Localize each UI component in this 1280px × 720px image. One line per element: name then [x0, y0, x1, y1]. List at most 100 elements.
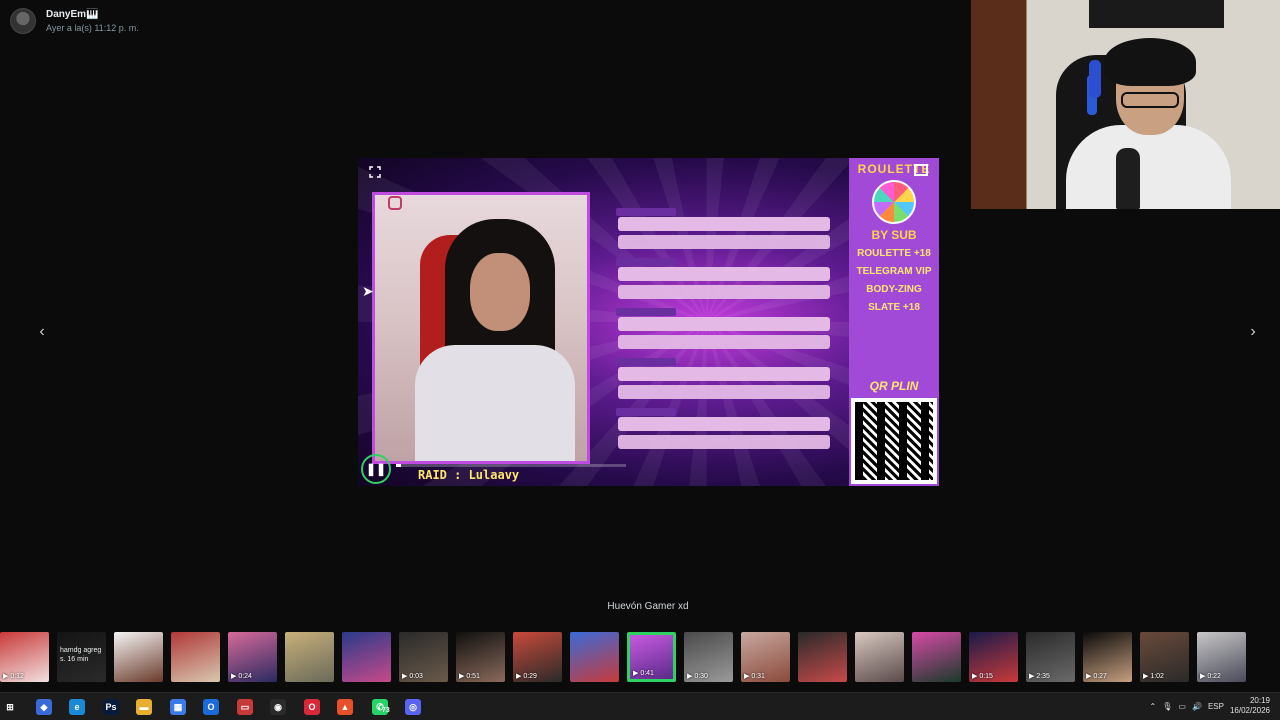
media-thumbnail[interactable]: ▶ 1:02: [1140, 632, 1189, 682]
obs-icon[interactable]: ◉: [270, 699, 286, 715]
media-caption: Huevón Gamer xd: [607, 601, 689, 612]
thumbnail-duration: ▶ 0:15: [972, 673, 993, 680]
media-viewer: DanyEm🎹 Ayer a la(s) 11:12 p. m. ‹ › ROU…: [0, 0, 1280, 720]
popout-icon[interactable]: [914, 164, 928, 176]
thumbnail-duration: ▶ 1:02: [1143, 673, 1164, 680]
roulette-prize: SLATE +18: [868, 302, 920, 313]
chat-message: [612, 208, 834, 250]
thumbnail-duration: ▶ 2:35: [1029, 673, 1050, 680]
media-thumbnail[interactable]: [912, 632, 961, 682]
store-icon[interactable]: ▦: [170, 699, 186, 715]
media-thumbnail[interactable]: ▶ 0:12: [0, 632, 49, 682]
streamer-camera-frame: [372, 192, 590, 464]
media-thumbnail[interactable]: ▶ 0:27: [1083, 632, 1132, 682]
thumbnail-duration: ▶ 0:30: [687, 673, 708, 680]
chevron-left-icon: ‹: [39, 323, 45, 340]
next-media-button[interactable]: ›: [1243, 322, 1263, 342]
media-thumbnail[interactable]: ▶ 2:35: [1026, 632, 1075, 682]
system-clock[interactable]: 20:19 16/02/2026: [1230, 696, 1270, 716]
clock-time: 20:19: [1249, 696, 1270, 705]
media-thumbnail[interactable]: ▶ 0:29: [513, 632, 562, 682]
thumbnail-duration: ▶ 0:31: [744, 673, 765, 680]
media-thumbnail[interactable]: [171, 632, 220, 682]
chevron-right-icon: ›: [1250, 323, 1256, 340]
media-thumbnail[interactable]: ▶ 0:51: [456, 632, 505, 682]
streamer-outfit: [415, 345, 575, 461]
mouse-cursor-icon: ➤: [362, 283, 374, 299]
fullscreen-icon: [369, 166, 381, 178]
windows-taskbar: ⊞ ◆ e Ps ▬ ▦ O ▭ ◉ O ▲ ✆ 73 ◎ ⌃ 🎙 ▭ 🔊 ESP 20:19 16/02…: [0, 692, 1280, 720]
webcam-microphone: [1116, 148, 1140, 209]
video-controls: ❚❚ RAID : Lulaavy: [358, 450, 849, 486]
qr-label: QR PLIN: [869, 379, 919, 393]
brave-icon[interactable]: ▲: [337, 699, 353, 715]
volume-icon[interactable]: 🔊: [1192, 702, 1202, 711]
media-thumbnail[interactable]: [342, 632, 391, 682]
message-timestamp: Ayer a la(s) 11:12 p. m.: [46, 23, 139, 33]
thumbnail-duration: ▶ 0:24: [231, 673, 252, 680]
video-player[interactable]: ROULETTE BY SUB ROULETTE +18 TELEGRAM VI…: [358, 158, 939, 486]
media-thumbnail[interactable]: [855, 632, 904, 682]
media-thumbnail[interactable]: ▶ 0:31: [741, 632, 790, 682]
thumbnail-duration: ▶ 0:29: [516, 673, 537, 680]
media-thumbnail[interactable]: ▶ 0:15: [969, 632, 1018, 682]
chat-message: [612, 308, 834, 350]
copilot-icon[interactable]: ◆: [36, 699, 52, 715]
media-thumbnail[interactable]: ▶ 0:41: [627, 632, 676, 682]
media-thumbnail[interactable]: [285, 632, 334, 682]
chevron-up-icon[interactable]: ⌃: [1150, 702, 1157, 711]
opera-icon[interactable]: O: [304, 699, 320, 715]
roulette-prize: BODY-ZING: [866, 284, 922, 295]
webcam-headset: [1089, 60, 1101, 98]
thumbnail-duration: ▶ 0:22: [1200, 673, 1221, 680]
media-thumbnail[interactable]: ▶ 0:03: [399, 632, 448, 682]
video-progress-bar[interactable]: [396, 464, 626, 467]
outlook-icon[interactable]: O: [203, 699, 219, 715]
roulette-panel: ROULETTE BY SUB ROULETTE +18 TELEGRAM VI…: [849, 158, 939, 486]
media-thumbnail[interactable]: [798, 632, 847, 682]
chat-message: [612, 358, 834, 400]
media-thumbnail[interactable]: ▶ 0:30: [684, 632, 733, 682]
thumbnail-duration: ▶ 0:12: [3, 673, 24, 680]
video-progress-fill: [396, 464, 401, 467]
clock-date: 16/02/2026: [1229, 706, 1270, 715]
microphone-icon[interactable]: 🎙: [1162, 702, 1172, 711]
system-tray: ⌃ 🎙 ▭ 🔊 ESP 20:19 16/02/2026: [1150, 696, 1270, 716]
media-thumbnail[interactable]: [570, 632, 619, 682]
roulette-by-sub: BY SUB: [871, 228, 917, 242]
app-red-icon[interactable]: ▭: [237, 699, 253, 715]
media-thumbnail[interactable]: ▶ 0:24: [228, 632, 277, 682]
message-header: DanyEm🎹 Ayer a la(s) 11:12 p. m.: [10, 8, 139, 34]
pause-button[interactable]: ❚❚: [361, 454, 391, 484]
raid-banner: RAID : Lulaavy: [418, 468, 520, 482]
language-indicator[interactable]: ESP: [1208, 702, 1224, 711]
previous-media-button[interactable]: ‹: [32, 322, 52, 342]
thumbnail-text: hamdg agreg s. 16 min: [60, 647, 102, 663]
fullscreen-button[interactable]: [368, 166, 382, 180]
file-explorer-icon[interactable]: ▬: [136, 699, 152, 715]
photoshop-icon[interactable]: Ps: [103, 699, 119, 715]
sender-name[interactable]: DanyEm🎹: [46, 9, 139, 20]
media-thumbnail[interactable]: [114, 632, 163, 682]
notification-badge: 73: [382, 707, 390, 714]
webcam-background-tv: [1089, 0, 1224, 28]
webcam-glasses: [1121, 92, 1179, 108]
thumbnail-duration: ▶ 0:41: [633, 670, 654, 677]
qr-code: [851, 398, 937, 484]
discord-icon[interactable]: ◎: [405, 699, 421, 715]
edge-icon[interactable]: e: [69, 699, 85, 715]
thumbnail-duration: ▶ 0:51: [459, 673, 480, 680]
thumbnail-duration: ▶ 0:03: [402, 673, 423, 680]
webcam-person-hair: [1104, 38, 1196, 86]
roulette-prize: TELEGRAM VIP: [856, 266, 932, 277]
media-thumbnail[interactable]: hamdg agreg s. 16 min: [57, 632, 106, 682]
windows-start-icon[interactable]: ⊞: [2, 699, 18, 715]
avatar[interactable]: [10, 8, 36, 34]
instagram-icon: [388, 196, 402, 210]
media-thumbnail[interactable]: ▶ 0:22: [1197, 632, 1246, 682]
whatsapp-icon[interactable]: ✆ 73: [372, 699, 390, 715]
streamer-face: [470, 253, 530, 331]
network-icon[interactable]: ▭: [1178, 702, 1186, 711]
sender-meta: DanyEm🎹 Ayer a la(s) 11:12 p. m.: [46, 9, 139, 33]
chat-message: [612, 258, 834, 300]
